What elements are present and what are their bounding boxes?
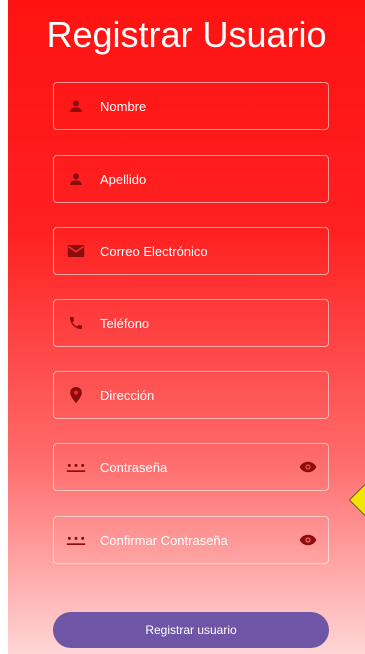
direccion-field[interactable]: Dirección [53,371,329,419]
telefono-field[interactable]: Teléfono [53,299,329,347]
correo-field[interactable]: Correo Electrónico [53,227,329,275]
nombre-label: Nombre [100,98,147,114]
person-icon [66,96,86,116]
correo-label: Correo Electrónico [100,243,208,259]
password-icon [66,530,86,550]
side-marker [350,484,365,516]
apellido-label: Apellido [100,171,147,187]
confirmar-contrasena-field[interactable]: Confirmar Contraseña [53,516,329,564]
eye-icon[interactable] [298,457,318,477]
password-icon [66,457,86,477]
register-screen: Registrar Usuario Nombre Apellido Correo… [8,0,365,654]
apellido-field[interactable]: Apellido [53,155,329,203]
person-icon [66,169,86,189]
confirmar-contrasena-label: Confirmar Contraseña [100,532,228,548]
contrasena-field[interactable]: Contraseña [53,443,329,491]
register-button[interactable]: Registrar usuario [53,612,329,648]
email-icon [66,241,86,261]
eye-icon[interactable] [298,530,318,550]
nombre-field[interactable]: Nombre [53,82,329,130]
phone-icon [66,313,86,333]
contrasena-label: Contraseña [100,459,168,475]
location-pin-icon [66,385,86,405]
page-title: Registrar Usuario [46,14,327,55]
telefono-label: Teléfono [100,315,150,331]
direccion-label: Dirección [100,387,155,403]
